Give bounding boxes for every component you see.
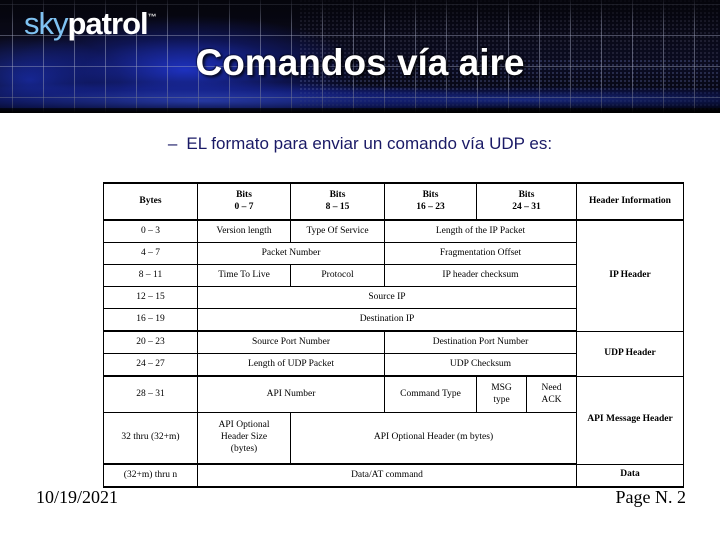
header-bits-24-31-line1: Bits [518, 189, 535, 200]
bullet-dash-icon: – [167, 134, 178, 153]
cell-ip-header-checksum: IP header checksum [384, 264, 577, 287]
group-api-message-header: API Message Header [576, 375, 684, 465]
header-bits-24-31-line2: 24 – 31 [512, 201, 541, 212]
trademark-icon: ™ [147, 12, 157, 22]
table-row: (32+m) thru n Data/AT command Data [103, 463, 684, 488]
row-bytes-20-23: 20 – 23 [103, 330, 198, 354]
header-bits-16-23-line2: 16 – 23 [416, 201, 445, 212]
cell-fragmentation-offset: Fragmentation Offset [384, 242, 577, 265]
cell-packet-number: Packet Number [197, 242, 385, 265]
cell-api-optional-header-size: API Optional Header Size (bytes) [197, 412, 291, 465]
cell-destination-port-number: Destination Port Number [384, 330, 577, 354]
header-bits-8-15-line2: 8 – 15 [325, 201, 350, 212]
table-row: 0 – 3 Version length Type Of Service Len… [103, 219, 684, 332]
packet-format-table: Bytes Bits 0 – 7 Bits 8 – 15 Bits 16 – 2… [103, 182, 684, 488]
logo-text-patrol: patrol [67, 6, 149, 41]
cell-source-ip: Source IP [197, 286, 577, 309]
table-header-row: Bytes Bits 0 – 7 Bits 8 – 15 Bits 16 – 2… [103, 182, 684, 221]
cell-api-optional-header: API Optional Header (m bytes) [290, 412, 577, 465]
cell-udp-checksum: UDP Checksum [384, 353, 577, 377]
cell-need-ack: Need ACK [526, 375, 577, 413]
cell-msg-type: MSG type [476, 375, 527, 413]
cell-length-of-ip-packet: Length of the IP Packet [384, 219, 577, 243]
logo-text-sky: sky [24, 6, 68, 41]
page-title: Comandos vía aire [195, 42, 525, 83]
row-bytes-0-3: 0 – 3 [103, 219, 198, 243]
row-bytes-16-19: 16 – 19 [103, 308, 198, 332]
header-bits-0-7-line1: Bits [236, 189, 252, 200]
row-bytes-32m-thru-n: (32+m) thru n [103, 463, 198, 488]
banner-bottom-edge [0, 108, 720, 113]
header-cell-bytes: Bytes [103, 182, 198, 221]
header-cell-bits-8-15: Bits 8 – 15 [290, 182, 385, 221]
cell-command-type: Command Type [384, 375, 477, 413]
slide-banner: skypatrol™ Comandos vía aire [0, 0, 720, 113]
cell-api-number: API Number [197, 375, 385, 413]
header-bits-16-23-line1: Bits [422, 189, 439, 200]
cell-time-to-live: Time To Live [197, 264, 291, 287]
bullet-line: – EL formato para enviar un comando vía U… [0, 134, 720, 154]
cell-source-port-number: Source Port Number [197, 330, 385, 354]
bullet-text: EL formato para enviar un comando vía UD… [186, 134, 553, 153]
row-bytes-8-11: 8 – 11 [103, 264, 198, 287]
table-row: 20 – 23 Source Port Number Destination P… [103, 330, 684, 377]
skypatrol-logo: skypatrol™ [24, 8, 157, 39]
cell-type-of-service: Type Of Service [290, 219, 385, 243]
group-udp-header: UDP Header [576, 330, 684, 377]
group-data: Data [576, 463, 684, 488]
cell-protocol: Protocol [290, 264, 385, 287]
footer-page-number: Page N. 2 [615, 487, 687, 507]
cell-length-of-udp-packet: Length of UDP Packet [197, 353, 385, 377]
header-cell-bits-24-31: Bits 24 – 31 [476, 182, 577, 221]
header-cell-header-information: Header Information [576, 182, 684, 221]
row-bytes-28-31: 28 – 31 [103, 375, 198, 413]
cell-version-length: Version length [197, 219, 291, 243]
footer-date: 10/19/2021 [36, 487, 119, 507]
cell-destination-ip: Destination IP [197, 308, 577, 332]
row-bytes-4-7: 4 – 7 [103, 242, 198, 265]
group-ip-header: IP Header [576, 219, 684, 332]
cell-data-at-command: Data/AT command [197, 463, 577, 488]
header-cell-bits-16-23: Bits 16 – 23 [384, 182, 477, 221]
row-bytes-24-27: 24 – 27 [103, 353, 198, 377]
row-bytes-32-thru-32m: 32 thru (32+m) [103, 412, 198, 465]
header-bits-0-7-line2: 0 – 7 [234, 201, 254, 212]
header-cell-bits-0-7: Bits 0 – 7 [197, 182, 291, 221]
table-row: 28 – 31 API Number Command Type MSG type … [103, 375, 684, 465]
header-bits-8-15-line1: Bits [329, 189, 346, 200]
row-bytes-12-15: 12 – 15 [103, 286, 198, 309]
